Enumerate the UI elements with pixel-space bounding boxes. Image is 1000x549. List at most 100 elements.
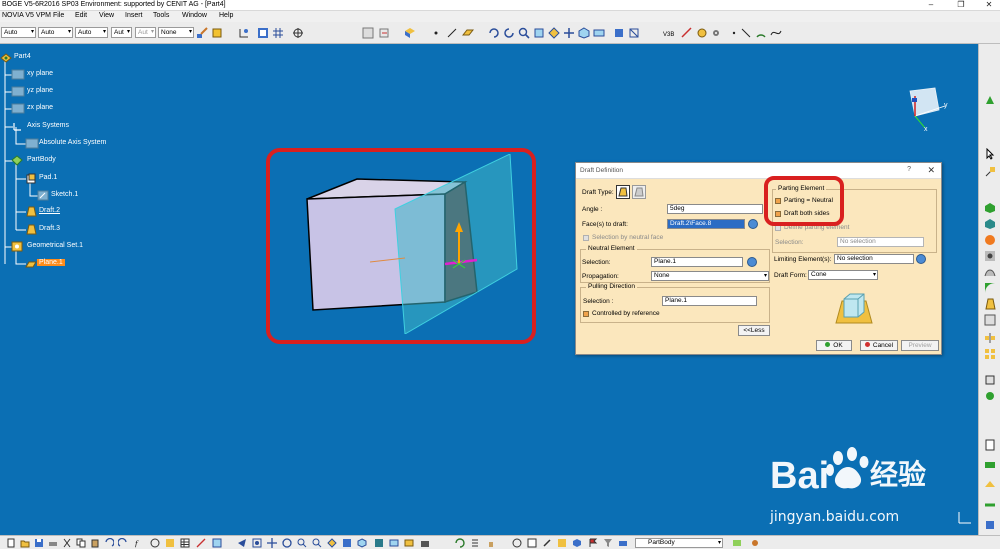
formula-f-icon[interactable] (557, 538, 567, 548)
ok-button[interactable]: OK (816, 340, 852, 351)
hide-show-icon[interactable] (593, 27, 605, 39)
draft-type-constant-icon[interactable] (616, 185, 630, 199)
boolean-icon[interactable] (984, 390, 996, 402)
plane-icon[interactable] (25, 259, 37, 270)
selection-by-neutral-checkbox[interactable] (583, 235, 589, 241)
controlled-by-reference-checkbox[interactable] (583, 311, 589, 317)
redo-icon[interactable] (118, 538, 128, 548)
pad-icon[interactable] (25, 173, 37, 184)
spiral-icon[interactable] (512, 538, 522, 548)
point-select[interactable]: Aut (135, 27, 156, 38)
sketcher-icon[interactable] (984, 166, 996, 178)
point-icon[interactable] (430, 27, 442, 39)
analysis-icon[interactable] (696, 27, 708, 39)
cancel-button[interactable]: Cancel (860, 340, 898, 351)
scale-icon[interactable] (984, 374, 996, 386)
partbody-icon[interactable] (11, 155, 23, 166)
fly-mode-icon[interactable] (237, 538, 247, 548)
sew-surface-icon[interactable] (984, 499, 996, 511)
current-body-select[interactable]: PartBody (635, 538, 723, 548)
help-button[interactable]: ? (907, 166, 911, 173)
formula-icon[interactable]: f (135, 538, 145, 548)
axis-icon[interactable] (25, 138, 39, 149)
multi-view-icon[interactable] (257, 27, 269, 39)
menu-edit[interactable]: Edit (75, 12, 87, 19)
limiting-elements-input[interactable]: No selection (834, 254, 914, 264)
tree-item-axis-systems[interactable]: Axis Systems (27, 122, 69, 129)
layer-icon[interactable] (618, 538, 628, 548)
table-icon[interactable] (180, 538, 190, 548)
settings-bottom-icon[interactable] (750, 538, 760, 548)
refresh-icon[interactable] (503, 27, 515, 39)
menu-window[interactable]: Window (182, 12, 207, 19)
menu-insert[interactable]: Insert (125, 12, 143, 19)
hide-show-bottom-icon[interactable] (389, 538, 399, 548)
pulling-selection-input[interactable]: Plane.1 (662, 296, 757, 306)
chevron-icon[interactable] (984, 94, 996, 106)
cut-icon[interactable] (62, 538, 72, 548)
menu-view[interactable]: View (99, 12, 114, 19)
faces-to-draft-input[interactable]: Draft.2\Face.8 (667, 219, 745, 229)
spline-icon[interactable] (770, 27, 782, 39)
shading-icon[interactable] (613, 27, 625, 39)
open-icon[interactable] (20, 538, 30, 548)
draft-type-variable-icon[interactable] (632, 185, 646, 199)
wireframe-icon[interactable] (628, 27, 640, 39)
zoom-in-bottom-icon[interactable] (297, 538, 307, 548)
minimize-button[interactable]: – (922, 0, 940, 11)
menu-help[interactable]: Help (219, 12, 233, 19)
line-icon[interactable] (446, 27, 458, 39)
hand-icon[interactable] (486, 538, 496, 548)
isometric-view-icon[interactable] (578, 27, 590, 39)
shell-icon[interactable] (984, 314, 996, 326)
snap-icon[interactable] (238, 27, 250, 39)
save-icon[interactable] (34, 538, 44, 548)
tree-item-draft3[interactable]: Draft.3 (39, 225, 60, 232)
print-icon[interactable] (48, 538, 58, 548)
tree-item-plane1[interactable]: Plane.1 (37, 259, 65, 266)
fit-all-icon[interactable] (533, 27, 545, 39)
settings-icon[interactable] (710, 27, 722, 39)
sketch-icon[interactable] (37, 190, 49, 201)
copy-icon[interactable] (76, 538, 86, 548)
faces-picker-icon[interactable] (748, 219, 758, 229)
tree-item-yz-plane[interactable]: yz plane (27, 87, 53, 94)
select-icon[interactable] (984, 148, 996, 160)
shading-bottom-icon[interactable] (374, 538, 384, 548)
geometrical-set-icon[interactable] (11, 241, 23, 252)
rotate-icon[interactable] (488, 27, 500, 39)
menu-tools[interactable]: Tools (153, 12, 169, 19)
draft-form-select[interactable]: Cone (808, 270, 878, 280)
tree-item-sketch[interactable]: Sketch.1 (51, 191, 78, 198)
zoom-out-bottom-icon[interactable] (312, 538, 322, 548)
filter-icon[interactable] (603, 538, 613, 548)
update-icon[interactable] (455, 538, 465, 548)
tree-item-draft2[interactable]: Draft.2 (39, 207, 60, 214)
tree-item-pad[interactable]: Pad.1 (39, 174, 57, 181)
part-icon[interactable] (0, 52, 12, 63)
draft-icon[interactable] (25, 206, 37, 217)
compass-tool-icon[interactable] (292, 27, 304, 39)
remove-face-icon[interactable] (984, 519, 996, 531)
plane-icon[interactable] (11, 69, 25, 80)
draft-tool-icon[interactable] (984, 298, 996, 310)
flag-icon[interactable] (588, 538, 598, 548)
limiting-picker-icon[interactable] (916, 254, 926, 264)
plane-icon[interactable] (11, 103, 25, 114)
thick-surface-icon[interactable] (984, 459, 996, 471)
new-icon[interactable] (6, 538, 16, 548)
neutral-picker-icon[interactable] (747, 257, 757, 267)
diagonal-line-icon[interactable] (740, 27, 752, 39)
multi-view-bottom-icon[interactable] (342, 538, 352, 548)
pan-bottom-icon[interactable] (267, 538, 277, 548)
camera-icon[interactable] (420, 538, 430, 548)
mirror-icon[interactable] (984, 332, 996, 344)
undo-icon[interactable] (104, 538, 114, 548)
tree-item-partbody[interactable]: PartBody (27, 156, 56, 163)
plane-icon[interactable] (462, 27, 474, 39)
less-button[interactable]: <<Less (738, 325, 770, 336)
plane-icon[interactable] (11, 86, 25, 97)
insert-body-icon[interactable] (732, 538, 742, 548)
thickness-select[interactable]: Aut (111, 27, 132, 38)
reorder-icon[interactable] (470, 538, 480, 548)
